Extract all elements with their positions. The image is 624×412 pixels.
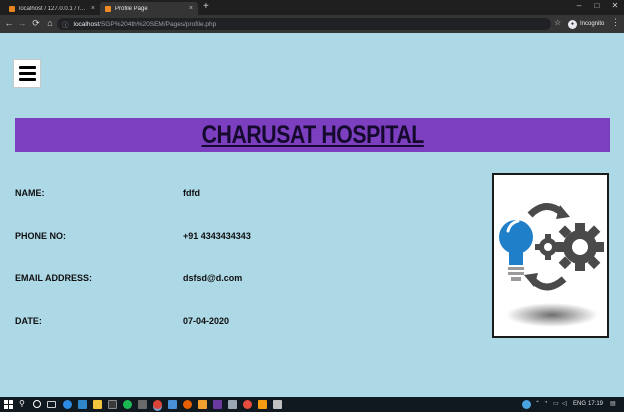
app-icon[interactable]	[243, 400, 252, 409]
lightbulb-gears-icon	[499, 203, 604, 327]
profile-photo	[492, 173, 609, 338]
app-icon[interactable]	[258, 400, 267, 409]
tab-profile-page[interactable]: Profile Page ×	[100, 2, 198, 15]
email-label: EMAIL ADDRESS:	[15, 273, 93, 283]
address-bar[interactable]: ⓘ localhost /SGP%204th%20SEM/Pages/profi…	[57, 18, 551, 30]
chrome-icon[interactable]	[153, 400, 162, 409]
network-icon[interactable]: ◔	[544, 400, 548, 406]
phpmyadmin-favicon-icon	[9, 5, 15, 12]
task-view-icon[interactable]	[47, 401, 56, 408]
tab-close-icon[interactable]: ×	[91, 5, 95, 12]
file-explorer-icon[interactable]	[93, 400, 102, 409]
hamburger-menu-button[interactable]	[13, 59, 41, 88]
page-title: CHARUSAT HOSPITAL	[201, 120, 424, 149]
incognito-label: Incognito	[580, 21, 605, 27]
hamburger-line	[18, 66, 36, 69]
app-icon[interactable]	[138, 400, 147, 409]
browser-toolbar: ← → ⟳ ⌂ ⓘ localhost /SGP%204th%20SEM/Pag…	[0, 15, 624, 33]
page-favicon-icon	[105, 5, 111, 12]
maximize-button[interactable]: □	[588, 1, 606, 10]
windows-taskbar: ⚲ ⌃ ◔ ▭ ◁ ENG 17:19 ▤	[0, 397, 624, 412]
back-button[interactable]: ←	[3, 18, 15, 28]
hamburger-line	[18, 72, 36, 75]
search-icon[interactable]: ⚲	[19, 399, 29, 408]
window-close-button[interactable]: ✕	[606, 1, 624, 10]
name-value: fdfd	[183, 188, 200, 198]
reload-button[interactable]: ⟳	[30, 18, 42, 29]
incognito-icon: ●	[568, 19, 577, 29]
edge-icon[interactable]	[63, 400, 72, 409]
app-icon[interactable]	[273, 400, 282, 409]
app-icon[interactable]	[213, 400, 222, 409]
date-value: 07-04-2020	[183, 316, 230, 326]
forward-button[interactable]: →	[16, 18, 28, 28]
tab-registration[interactable]: localhost / 127.0.0.1 / registratio ×	[4, 2, 100, 15]
date-label: DATE:	[15, 316, 42, 326]
volume-icon[interactable]: ◁	[562, 400, 567, 407]
battery-icon[interactable]: ▭	[553, 400, 559, 407]
tab-close-icon[interactable]: ×	[189, 5, 193, 12]
minimize-button[interactable]: –	[570, 1, 588, 10]
bookmark-star-icon[interactable]: ☆	[554, 18, 561, 27]
tray-chevron-icon[interactable]: ⌃	[535, 400, 540, 407]
address-path: /SGP%204th%20SEM/Pages/profile.php	[99, 20, 217, 28]
phone-value: +91 4343434343	[183, 231, 251, 241]
spotify-icon[interactable]	[123, 400, 132, 409]
incognito-indicator[interactable]: ● Incognito	[568, 18, 604, 30]
store-icon[interactable]	[78, 400, 87, 409]
hospital-banner: CHARUSAT HOSPITAL	[15, 118, 610, 152]
tab-title: Profile Page	[115, 5, 148, 12]
hamburger-line	[18, 78, 36, 81]
home-button[interactable]: ⌂	[44, 18, 56, 28]
notifications-icon[interactable]: ▤	[610, 400, 616, 407]
tab-title: localhost / 127.0.0.1 / registratio	[19, 5, 88, 12]
app-icon[interactable]	[168, 400, 177, 409]
name-label: NAME:	[15, 188, 45, 198]
app-icon[interactable]	[228, 400, 237, 409]
tray-app-icon[interactable]	[522, 400, 531, 409]
browser-tab-strip: localhost / 127.0.0.1 / registratio × Pr…	[0, 0, 624, 15]
browser-menu-icon[interactable]: ⋮	[611, 17, 620, 28]
windows-start-icon[interactable]	[4, 400, 13, 409]
address-host: localhost	[73, 20, 100, 28]
firefox-icon[interactable]	[183, 400, 192, 409]
site-info-icon[interactable]: ⓘ	[62, 19, 69, 29]
phone-label: PHONE NO:	[15, 231, 67, 241]
app-icon[interactable]	[108, 400, 117, 409]
email-value: dsfsd@d.com	[183, 273, 243, 283]
language-indicator[interactable]: ENG	[573, 401, 586, 407]
clock[interactable]: 17:19	[588, 401, 603, 407]
cortana-icon[interactable]	[33, 400, 41, 408]
new-tab-button[interactable]: +	[203, 1, 209, 12]
app-icon[interactable]	[198, 400, 207, 409]
